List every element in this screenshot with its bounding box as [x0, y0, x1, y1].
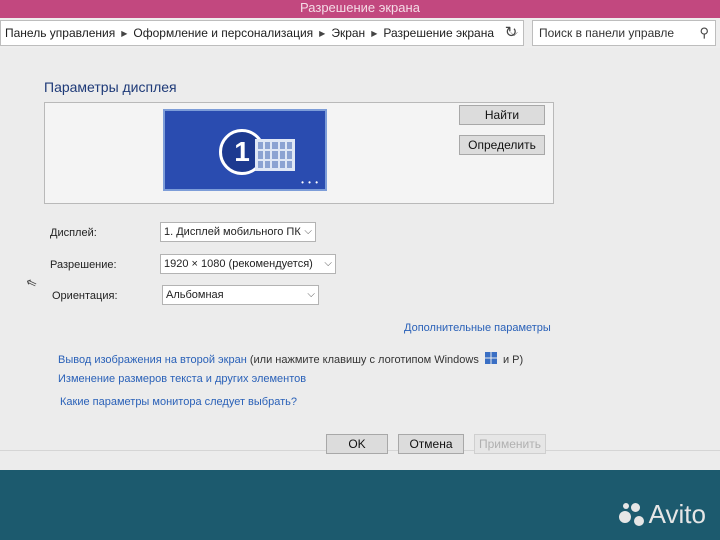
- find-button[interactable]: Найти: [459, 105, 545, 125]
- resolution-label: Разрешение:: [50, 259, 117, 271]
- chevron-down-icon: ⌵: [324, 258, 332, 269]
- control-panel-window: Панель управления ▶ Оформление и персона…: [0, 18, 720, 470]
- breadcrumb-resolution[interactable]: Разрешение экрана: [379, 26, 498, 40]
- breadcrumb-separator-icon[interactable]: ▶: [317, 29, 327, 38]
- ellipsis-icon: • • •: [301, 178, 319, 187]
- second-screen-hint-end: и P): [502, 354, 524, 366]
- text-size-link[interactable]: Изменение размеров текста и других элеме…: [58, 373, 306, 385]
- ok-button[interactable]: OK: [326, 434, 388, 454]
- avito-logo-icon: [618, 502, 645, 527]
- search-placeholder: Поиск в панели управле: [539, 26, 675, 40]
- chevron-down-icon: ⌵: [307, 289, 315, 300]
- second-screen-hint: (или нажмите клавишу с логотипом Windows: [249, 354, 479, 366]
- display-preview: 1 • • • Найти Определить: [44, 102, 554, 204]
- window-title: Разрешение экрана: [0, 0, 720, 18]
- search-input[interactable]: Поиск в панели управле ⚲: [532, 20, 716, 46]
- cancel-button[interactable]: Отмена: [398, 434, 464, 454]
- breadcrumb-display[interactable]: Экран: [327, 26, 369, 40]
- settings-pane: Параметры дисплея 1 • • • Найти Определи…: [0, 48, 720, 470]
- apply-button[interactable]: Применить: [474, 434, 546, 454]
- resolution-value: 1920 × 1080 (рекомендуется): [164, 258, 313, 270]
- second-screen-row: Вывод изображения на второй экран (или н…: [58, 352, 523, 366]
- section-title: Параметры дисплея: [44, 79, 177, 95]
- advanced-settings-link[interactable]: Дополнительные параметры: [404, 322, 551, 334]
- chevron-down-icon: ⌵: [304, 226, 312, 237]
- second-screen-link[interactable]: Вывод изображения на второй экран: [58, 354, 247, 366]
- identify-button[interactable]: Определить: [459, 135, 545, 155]
- start-tiles-icon: [255, 139, 295, 171]
- breadcrumb-separator-icon[interactable]: ▶: [119, 29, 129, 38]
- display-label: Дисплей:: [50, 227, 97, 239]
- search-icon[interactable]: ⚲: [699, 21, 709, 45]
- orientation-value: Альбомная: [166, 289, 224, 301]
- windows-logo-icon: [484, 352, 497, 364]
- which-params-link[interactable]: Какие параметры монитора следует выбрать…: [60, 396, 297, 408]
- orientation-select[interactable]: Альбомная ⌵: [162, 285, 319, 305]
- resolution-select[interactable]: 1920 × 1080 (рекомендуется) ⌵: [160, 254, 336, 274]
- address-bar[interactable]: Панель управления ▶ Оформление и персона…: [0, 20, 524, 46]
- monitor-thumbnail[interactable]: 1 • • •: [163, 109, 327, 191]
- watermark-text: Avito: [648, 499, 706, 529]
- refresh-icon[interactable]: ↻: [500, 22, 522, 44]
- breadcrumb-control-panel[interactable]: Панель управления: [1, 26, 119, 40]
- display-value: 1. Дисплей мобильного ПК: [164, 226, 301, 238]
- display-select[interactable]: 1. Дисплей мобильного ПК ⌵: [160, 222, 316, 242]
- breadcrumb-separator-icon[interactable]: ▶: [369, 29, 379, 38]
- avito-watermark: Avito: [618, 499, 706, 530]
- orientation-label: Ориентация:: [52, 290, 118, 302]
- breadcrumb-appearance[interactable]: Оформление и персонализация: [129, 26, 317, 40]
